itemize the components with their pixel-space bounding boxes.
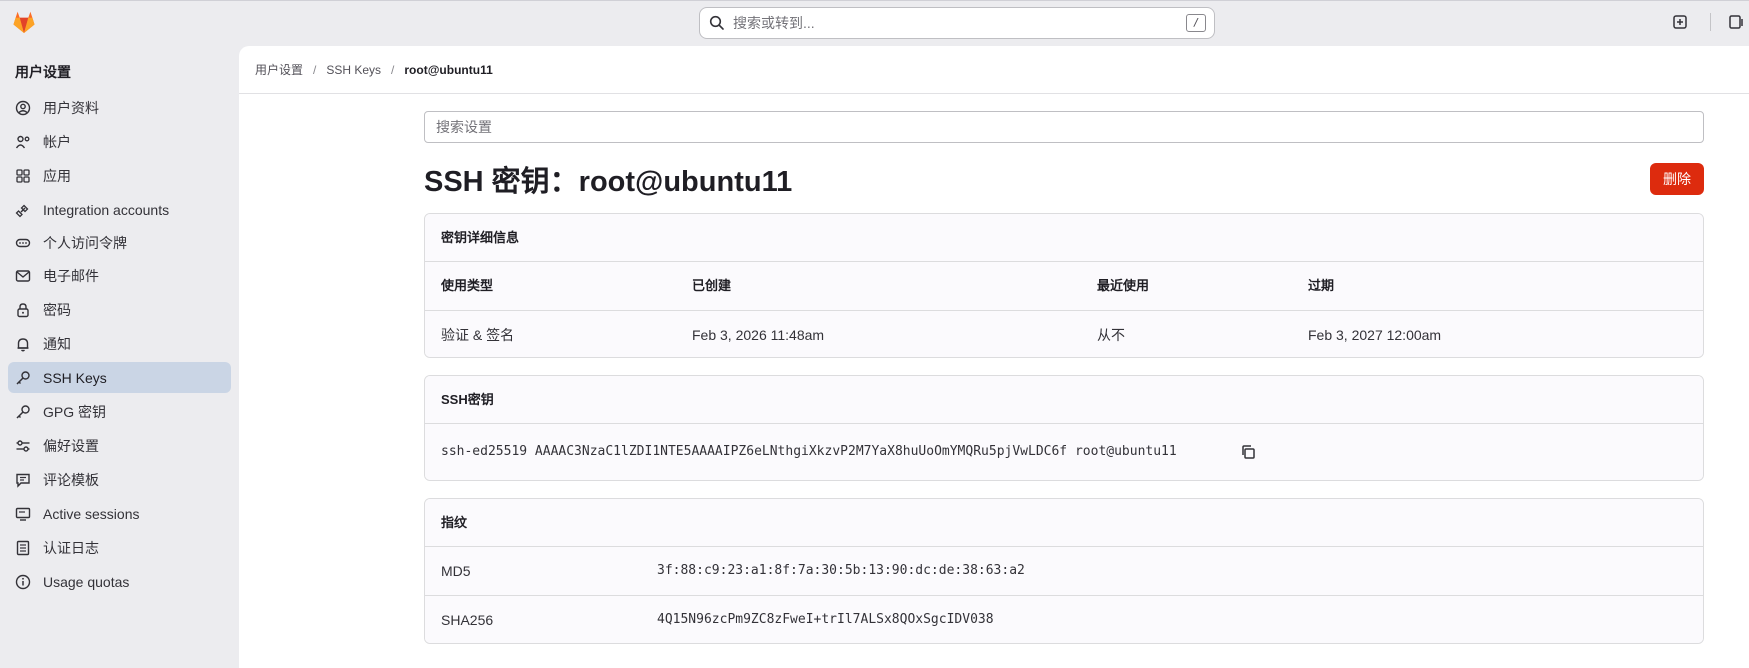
search-icon <box>709 15 724 30</box>
fingerprint-value: 4Q15N96zcPm9ZC8zFweI+trIl7ALSx8QOxSgcIDV… <box>657 612 994 627</box>
preferences-icon <box>15 438 31 454</box>
sidebar-item-label: Active sessions <box>43 505 140 522</box>
expires-header: 过期 <box>1308 278 1335 293</box>
created-value: Feb 3, 2026 11:48am <box>692 327 825 343</box>
sidebar-item-applications[interactable]: 应用 <box>8 160 231 191</box>
last-used-header: 最近使用 <box>1097 278 1150 293</box>
sidebar-item-label: Usage quotas <box>43 573 130 590</box>
sidebar-item-ssh-keys[interactable]: SSH Keys <box>8 362 231 393</box>
sidebar-item-label: 通知 <box>43 335 71 352</box>
sidebar-item-label: SSH Keys <box>43 369 107 386</box>
sidebar-item-label: 偏好设置 <box>43 437 99 454</box>
breadcrumb-separator: / <box>391 62 395 77</box>
sidebar-item-label: 应用 <box>43 167 71 184</box>
merge-request-icon[interactable] <box>1728 14 1744 30</box>
bell-icon <box>15 336 31 352</box>
search-placeholder: 搜索或转到... <box>733 15 815 31</box>
breadcrumb-current[interactable]: root@ubuntu11 <box>404 63 492 77</box>
sidebar-item-usage-quotas[interactable]: Usage quotas <box>8 566 231 597</box>
sidebar-item-gpg-keys[interactable]: GPG 密钥 <box>8 396 231 427</box>
key-details-title: 密钥详细信息 <box>425 214 1703 262</box>
sidebar-item-emails[interactable]: 电子邮件 <box>8 260 231 291</box>
lock-icon <box>15 302 31 318</box>
created-header: 已创建 <box>692 278 732 293</box>
delete-button[interactable]: 删除 <box>1650 163 1704 195</box>
sidebar-item-preferences[interactable]: 偏好设置 <box>8 430 231 461</box>
key-details-header-row: 使用类型 已创建 最近使用 过期 <box>425 262 1703 310</box>
search-shortcut-badge: / <box>1186 14 1206 32</box>
sidebar-item-active-sessions[interactable]: Active sessions <box>8 498 231 529</box>
usage-type-value: 验证 & 签名 <box>441 327 515 343</box>
breadcrumb-user-settings[interactable]: 用户设置 <box>255 61 303 78</box>
fingerprint-value: 3f:88:c9:23:a1:8f:7a:30:5b:13:90:dc:de:3… <box>657 563 1025 578</box>
fingerprints-title: 指纹 <box>425 499 1703 547</box>
sidebar-item-label: Integration accounts <box>43 201 170 218</box>
key-details-value-row: 验证 & 签名 Feb 3, 2026 11:48am 从不 Feb 3, 20… <box>425 310 1703 357</box>
info-icon <box>15 574 31 590</box>
account-icon <box>15 134 31 150</box>
comment-icon <box>15 472 31 488</box>
ssh-key-value: ssh-ed25519 AAAAC3NzaC1lZDI1NTE5AAAAIPZ6… <box>441 444 1177 459</box>
sidebar-item-label: 个人访问令牌 <box>43 234 127 251</box>
sidebar-item-label: 评论模板 <box>43 471 99 488</box>
integration-icon <box>15 202 31 218</box>
settings-search-input[interactable]: 搜索设置 <box>424 111 1704 143</box>
sidebar: 用户设置 用户资料 帐户 应用 Integration accounts 个人访… <box>0 46 239 668</box>
topbar-divider <box>1710 13 1711 31</box>
sidebar-item-comment-templates[interactable]: 评论模板 <box>8 464 231 495</box>
sidebar-item-access-tokens[interactable]: 个人访问令牌 <box>8 227 231 258</box>
ssh-key-title: SSH密钥 <box>425 376 1703 424</box>
breadcrumb-separator: / <box>313 62 317 77</box>
fingerprint-row: SHA256 4Q15N96zcPm9ZC8zFweI+trIl7ALSx8QO… <box>425 595 1703 643</box>
key-details-card: 密钥详细信息 使用类型 已创建 最近使用 过期 验证 & 签名 Feb 3, 2… <box>424 213 1704 358</box>
ssh-key-row: ssh-ed25519 AAAAC3NzaC1lZDI1NTE5AAAAIPZ6… <box>425 424 1703 480</box>
sidebar-item-account[interactable]: 帐户 <box>8 126 231 157</box>
top-bar: 搜索或转到... / <box>0 0 1749 46</box>
key-icon <box>15 370 31 386</box>
fingerprint-label: SHA256 <box>441 612 494 628</box>
global-search-input[interactable]: 搜索或转到... / <box>699 7 1215 39</box>
token-icon <box>15 235 31 251</box>
ssh-key-card: SSH密钥 ssh-ed25519 AAAAC3NzaC1lZDI1NTE5AA… <box>424 375 1704 481</box>
fingerprint-row: MD5 3f:88:c9:23:a1:8f:7a:30:5b:13:90:dc:… <box>425 547 1703 595</box>
sidebar-item-password[interactable]: 密码 <box>8 294 231 325</box>
profile-icon <box>15 100 31 116</box>
sidebar-item-auth-log[interactable]: 认证日志 <box>8 532 231 563</box>
main-content: 用户设置 / SSH Keys / root@ubuntu11 搜索设置 SSH… <box>239 46 1749 668</box>
sidebar-item-label: 电子邮件 <box>43 267 99 284</box>
breadcrumb: 用户设置 / SSH Keys / root@ubuntu11 <box>239 46 1749 94</box>
sidebar-item-label: 用户资料 <box>43 99 99 116</box>
page-title: SSH 密钥：root@ubuntu11 <box>424 166 793 198</box>
copy-icon[interactable] <box>1240 444 1256 460</box>
new-item-icon[interactable] <box>1672 14 1688 30</box>
expires-value: Feb 3, 2027 12:00am <box>1308 327 1442 343</box>
mail-icon <box>15 268 31 284</box>
key-icon <box>15 404 31 420</box>
sidebar-item-integration-accounts[interactable]: Integration accounts <box>8 194 231 225</box>
sidebar-item-notifications[interactable]: 通知 <box>8 328 231 359</box>
fingerprint-label: MD5 <box>441 563 471 579</box>
breadcrumb-ssh-keys[interactable]: SSH Keys <box>326 63 381 77</box>
sidebar-item-label: 帐户 <box>43 133 71 150</box>
sidebar-item-profile[interactable]: 用户资料 <box>8 92 231 123</box>
log-icon <box>15 540 31 556</box>
applications-icon <box>15 168 31 184</box>
gitlab-logo-icon[interactable] <box>10 8 38 36</box>
sidebar-item-label: 认证日志 <box>43 539 99 556</box>
sidebar-title: 用户设置 <box>15 64 71 80</box>
monitor-icon <box>15 506 31 522</box>
last-used-value: 从不 <box>1097 327 1125 343</box>
sidebar-item-label: GPG 密钥 <box>43 403 107 420</box>
usage-type-header: 使用类型 <box>441 278 494 293</box>
sidebar-item-label: 密码 <box>43 301 71 318</box>
fingerprints-card: 指纹 MD5 3f:88:c9:23:a1:8f:7a:30:5b:13:90:… <box>424 498 1704 644</box>
